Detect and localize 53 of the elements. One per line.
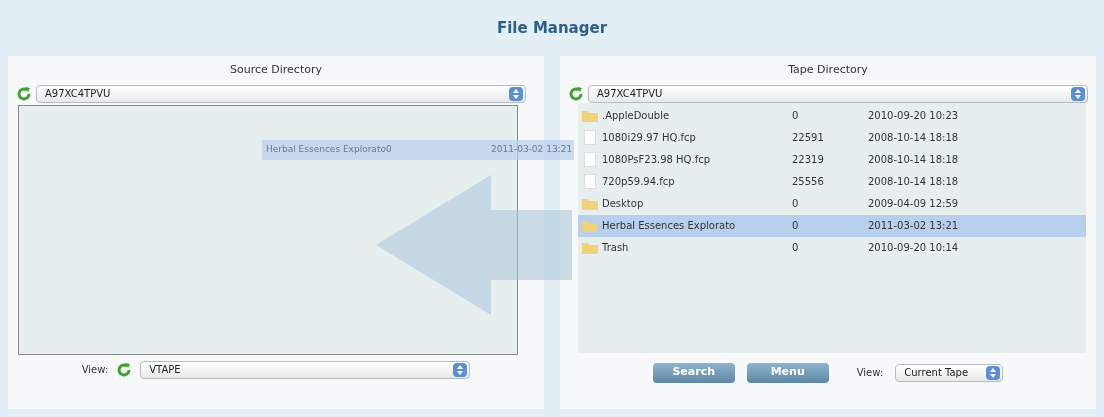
file-size: 0 — [792, 109, 800, 123]
file-date: 2008-10-14 18:18 — [868, 153, 959, 167]
file-row[interactable]: Herbal Essences Explorato 0 2011-03-02 13:21 — [578, 214, 1086, 237]
folder-icon — [582, 109, 598, 122]
arrow-left-icon — [376, 175, 572, 315]
panel-title: Source Directory — [229, 62, 323, 78]
file-date: 2010-09-20 10:23 — [868, 109, 959, 123]
file-date: 2011-03-02 13:21 — [868, 219, 959, 233]
file-name: 1080PsF23.98 HQ.fcp — [602, 153, 711, 167]
file-size: 0 — [792, 219, 800, 233]
refresh-icon[interactable] — [568, 85, 584, 102]
file-name: Desktop — [602, 197, 645, 211]
file-name: 720p59.94.fcp — [602, 175, 676, 189]
refresh-icon[interactable] — [116, 361, 133, 378]
file-icon — [584, 152, 596, 167]
file-name: Trash — [602, 241, 630, 255]
file-row[interactable]: .AppleDouble 0 2010-09-20 10:23 — [578, 104, 1086, 127]
file-icon — [584, 174, 596, 189]
panel-title: Tape Directory — [787, 62, 869, 78]
folder-icon — [582, 197, 598, 210]
file-name: 1080i29.97 HQ.fcp — [602, 131, 697, 145]
stepper-icon — [457, 364, 464, 375]
view-label: View: — [81, 363, 109, 377]
folder-icon — [582, 241, 598, 254]
file-date: 2008-10-14 18:18 — [868, 175, 959, 189]
stepper-icon — [513, 88, 519, 99]
view-select[interactable]: VTAPE — [140, 360, 471, 379]
file-date: 2008-10-14 18:18 — [868, 131, 959, 145]
file-size: 22319 — [792, 153, 825, 167]
stepper-icon — [1075, 88, 1081, 99]
file-row[interactable]: 1080PsF23.98 HQ.fcp 22319 2008-10-14 18:18 — [578, 148, 1086, 171]
file-size: 0 — [792, 241, 800, 255]
page-title: File Manager — [495, 17, 609, 39]
view-label: View: — [856, 366, 884, 380]
folder-icon — [582, 219, 598, 232]
refresh-icon[interactable] — [16, 85, 32, 102]
file-row[interactable]: Trash 0 2010-09-20 10:14 — [578, 236, 1086, 259]
drag-ghost: Herbal Essences Explorato0 2011-03-02 13:21 — [262, 140, 574, 160]
file-date: 2009-04-09 12:59 — [868, 197, 959, 211]
file-date: 2010-09-20 10:14 — [868, 241, 959, 255]
view-select[interactable]: Current Tape — [895, 363, 1004, 382]
file-row[interactable]: 720p59.94.fcp 25556 2008-10-14 18:18 — [578, 170, 1086, 193]
stepper-icon — [990, 367, 997, 378]
file-size: 0 — [792, 197, 800, 211]
file-size: 25556 — [792, 175, 825, 189]
file-name: .AppleDouble — [602, 109, 671, 123]
file-name: Herbal Essences Explorato — [602, 219, 737, 233]
file-icon — [584, 130, 596, 145]
file-row[interactable]: Desktop 0 2009-04-09 12:59 — [578, 192, 1086, 215]
directory-select[interactable]: A97XC4TPVU — [588, 84, 1088, 103]
directory-select[interactable]: A97XC4TPVU — [36, 84, 526, 103]
file-size: 22591 — [792, 131, 825, 145]
file-row[interactable]: 1080i29.97 HQ.fcp 22591 2008-10-14 18:18 — [578, 126, 1086, 149]
